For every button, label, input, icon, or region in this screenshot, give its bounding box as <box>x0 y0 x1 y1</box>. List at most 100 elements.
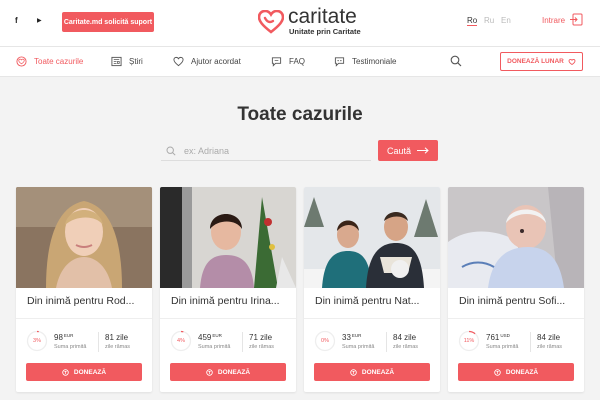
donate-button[interactable]: DONEAZĂ <box>314 363 430 381</box>
youtube-icon[interactable]: ▶ <box>37 17 42 24</box>
amount-raised: 459EUR <box>198 333 222 342</box>
case-photo[interactable] <box>160 187 296 288</box>
donate-label: DONEAZĂ <box>505 368 539 376</box>
search-button[interactable]: Caută <box>378 140 438 161</box>
amount-label: Suma primită <box>486 344 519 350</box>
divider <box>242 332 243 352</box>
amount-label: Suma primită <box>198 344 231 350</box>
donate-icon <box>350 368 357 376</box>
donate-label: DONEAZĂ <box>73 368 107 376</box>
progress-circle: 3% <box>26 330 48 352</box>
top-bar: f ▶ Caritate.md solicită suport caritate… <box>0 0 600 46</box>
days-label: zile rămas <box>537 344 563 350</box>
search-icon <box>166 146 176 156</box>
search-field <box>161 141 371 161</box>
case-title[interactable]: Din inimă pentru Irina... <box>171 295 291 307</box>
donate-icon <box>494 368 501 376</box>
case-card[interactable]: Din inimă pentru Irina... 4% 459EUR Suma… <box>160 187 296 392</box>
days-remaining: 81 zile <box>105 333 129 342</box>
nav-item-label: FAQ <box>289 57 306 66</box>
heart-circle-icon <box>16 56 27 67</box>
progress-percent: 3% <box>33 338 41 344</box>
currency: EUR <box>351 333 362 338</box>
divider <box>530 332 531 352</box>
nav-item-testimoniale[interactable]: Testimoniale <box>334 56 396 67</box>
main-nav: Toate cazurile Știri Ajutor acordat FAQ … <box>0 46 600 77</box>
logo-tagline: Unitate prin Caritate <box>289 27 361 36</box>
case-card[interactable]: Din inimă pentru Sofi... 11% 761USD Suma… <box>448 187 584 392</box>
newspaper-icon <box>111 56 122 67</box>
donate-icon <box>62 368 69 376</box>
case-photo[interactable] <box>304 187 440 288</box>
amount-label: Suma primită <box>54 344 87 350</box>
amount-label: Suma primită <box>342 344 375 350</box>
case-title[interactable]: Din inimă pentru Sofi... <box>459 295 579 307</box>
days-remaining: 71 zile <box>249 333 273 342</box>
facebook-icon[interactable]: f <box>15 16 18 25</box>
amount-raised: 761USD <box>486 333 510 342</box>
divider <box>304 318 440 319</box>
currency: EUR <box>63 333 74 338</box>
nav-item-label: Știri <box>129 57 143 66</box>
search-input[interactable] <box>184 143 364 159</box>
logo[interactable]: caritate Unitate prin Caritate <box>258 5 368 38</box>
chat-bubble-icon <box>271 57 282 67</box>
days-label: zile rămas <box>393 344 419 350</box>
donate-button[interactable]: DONEAZĂ <box>26 363 142 381</box>
donate-monthly-label: DONEAZĂ LUNAR <box>507 58 564 65</box>
days-label: zile rămas <box>105 344 131 350</box>
hand-heart-icon <box>568 58 576 65</box>
progress-percent: 4% <box>177 338 185 344</box>
nav-item-label: Testimoniale <box>352 57 397 66</box>
case-photo-woman-portrait <box>16 187 152 288</box>
nav-item-stiri[interactable]: Știri <box>111 56 143 67</box>
support-request-button[interactable]: Caritate.md solicită suport <box>62 12 154 32</box>
nav-item-faq[interactable]: FAQ <box>271 56 305 67</box>
days-label: zile rămas <box>249 344 275 350</box>
divider <box>448 318 584 319</box>
case-card[interactable]: Din inimă pentru Rod... 3% 98EUR Suma pr… <box>16 187 152 392</box>
donate-monthly-button[interactable]: DONEAZĂ LUNAR <box>500 52 583 71</box>
language-ru[interactable]: Ru <box>484 16 494 25</box>
donate-label: DONEAZĂ <box>361 368 395 376</box>
heart-logo-icon <box>258 10 284 34</box>
days-remaining: 84 zile <box>393 333 417 342</box>
nav-item-ajutor-acordat[interactable]: Ajutor acordat <box>173 56 241 67</box>
donate-button[interactable]: DONEAZĂ <box>458 363 574 381</box>
donate-button[interactable]: DONEAZĂ <box>170 363 286 381</box>
case-title[interactable]: Din inimă pentru Rod... <box>27 295 147 307</box>
divider <box>16 318 152 319</box>
case-photo-woman-christmas <box>160 187 296 288</box>
amount-raised: 33EUR <box>342 333 362 342</box>
progress-circle: 0% <box>314 330 336 352</box>
login-link[interactable]: Intrare <box>542 16 565 25</box>
search-button-label: Caută <box>386 145 412 156</box>
progress-percent: 0% <box>321 338 329 344</box>
search-icon[interactable] <box>450 55 462 67</box>
logo-name: caritate <box>288 5 357 28</box>
heart-icon <box>173 56 184 67</box>
case-card[interactable]: Din inimă pentru Nat... 0% 33EUR Suma pr… <box>304 187 440 392</box>
arrow-right-icon <box>417 147 429 154</box>
login-icon[interactable] <box>569 13 583 26</box>
progress-circle: 4% <box>170 330 192 352</box>
days-remaining: 84 zile <box>537 333 561 342</box>
amount-raised: 98EUR <box>54 333 74 342</box>
case-title[interactable]: Din inimă pentru Nat... <box>315 295 435 307</box>
case-photo[interactable] <box>16 187 152 288</box>
nav-item-label: Ajutor acordat <box>191 57 241 66</box>
progress-percent: 11% <box>463 338 475 344</box>
donate-label: DONEAZĂ <box>217 368 251 376</box>
nav-item-toate-cazurile[interactable]: Toate cazurile <box>16 56 83 67</box>
nav-item-label: Toate cazurile <box>34 57 84 66</box>
case-photo-family-winter <box>304 187 440 288</box>
divider <box>160 318 296 319</box>
donate-icon <box>206 368 213 376</box>
quote-bubble-icon <box>334 57 345 67</box>
currency: USD <box>500 333 510 338</box>
divider <box>386 332 387 352</box>
progress-circle: 11% <box>458 330 480 352</box>
language-en[interactable]: En <box>501 16 511 25</box>
language-ro[interactable]: Ro <box>467 16 478 26</box>
case-photo[interactable] <box>448 187 584 288</box>
